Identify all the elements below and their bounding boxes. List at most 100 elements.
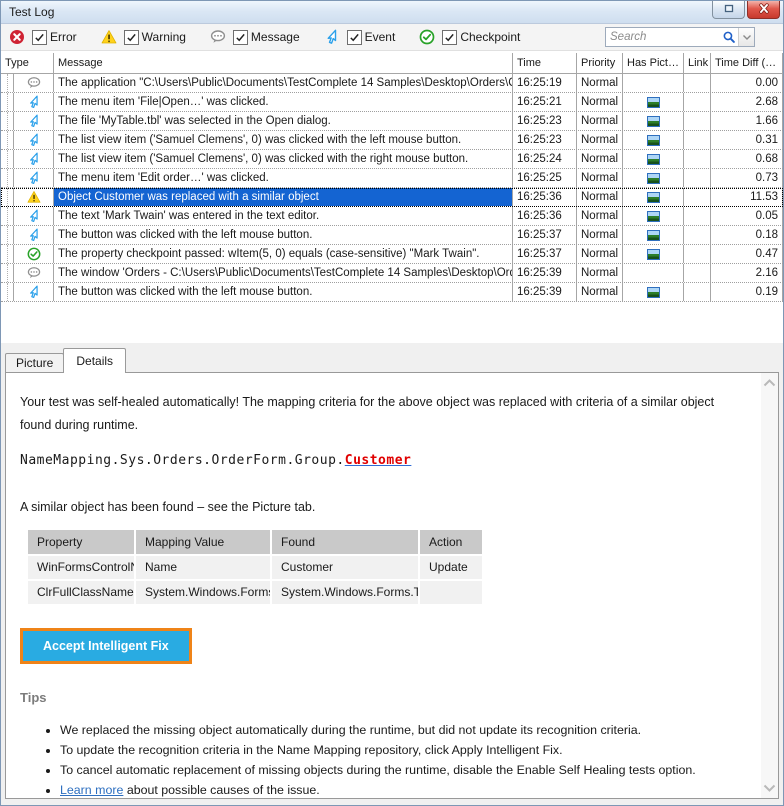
- event-icon: [14, 95, 53, 109]
- log-row[interactable]: The property checkpoint passed: wItem(5,…: [1, 245, 783, 264]
- log-header: TypeMessageTimePriorityHas Pict…LinkTime…: [1, 53, 783, 74]
- message-cell: The property checkpoint passed: wItem(5,…: [54, 245, 513, 263]
- type-cell: [1, 264, 54, 282]
- time-diff-cell: 2.68: [711, 93, 783, 111]
- time-cell: 16:25:39: [513, 264, 577, 282]
- similar-object-note: A similar object has been found – see th…: [20, 500, 755, 514]
- picture-icon: [647, 192, 660, 203]
- details-scrollbar[interactable]: [761, 373, 778, 798]
- log-row[interactable]: The text 'Mark Twain' was entered in the…: [1, 207, 783, 226]
- tree-indent: [1, 112, 14, 130]
- checkpoint-checkbox[interactable]: [442, 30, 457, 45]
- tab-picture[interactable]: Picture: [5, 353, 64, 372]
- priority-cell: Normal: [577, 93, 623, 111]
- chevron-down-icon[interactable]: [738, 28, 754, 46]
- picture-icon: [647, 230, 660, 241]
- column-header-link[interactable]: Link: [684, 53, 711, 73]
- message-cell: The application "C:\Users\Public\Documen…: [54, 74, 513, 92]
- event-checkbox[interactable]: [347, 30, 362, 45]
- search-icon[interactable]: [722, 30, 736, 44]
- tip-item: To update the recognition criteria in th…: [60, 741, 755, 760]
- link-cell: [684, 207, 711, 225]
- filter-error: Error: [9, 29, 77, 45]
- tab-details[interactable]: Details: [63, 348, 126, 373]
- details-panel: Your test was self-healed automatically!…: [5, 372, 779, 799]
- time-cell: 16:25:23: [513, 112, 577, 130]
- time-cell: 16:25:39: [513, 283, 577, 301]
- tree-indent: [1, 74, 14, 92]
- filter-label: Warning: [142, 30, 186, 44]
- restore-button[interactable]: [712, 1, 745, 19]
- learn-more-link[interactable]: Learn more: [60, 783, 123, 797]
- priority-cell: Normal: [577, 226, 623, 244]
- filter-message: Message: [210, 29, 300, 45]
- code-highlight-customer[interactable]: Customer: [345, 453, 412, 468]
- log-row[interactable]: The menu item 'File|Open…' was clicked.1…: [1, 93, 783, 112]
- column-header-type[interactable]: Type: [1, 53, 54, 73]
- warning-checkbox[interactable]: [124, 30, 139, 45]
- event-icon: [14, 209, 53, 223]
- log-row[interactable]: The list view item ('Samuel Clemens', 0)…: [1, 150, 783, 169]
- test-log-window: Test Log ErrorWarningMessageEventCheckpo…: [0, 0, 784, 806]
- log-row[interactable]: Object Customer was replaced with a simi…: [1, 188, 783, 207]
- time-cell: 16:25:37: [513, 226, 577, 244]
- titlebar-buttons: [712, 1, 780, 19]
- log-grid: TypeMessageTimePriorityHas Pict…LinkTime…: [1, 51, 783, 343]
- mapping-table-cell: System.Windows.Forms.TextBox: [272, 581, 418, 604]
- search-input[interactable]: [606, 31, 722, 43]
- log-row[interactable]: The list view item ('Samuel Clemens', 0)…: [1, 131, 783, 150]
- tree-indent: [1, 264, 14, 282]
- accept-intelligent-fix-button[interactable]: Accept Intelligent Fix: [20, 628, 192, 664]
- error-icon: [9, 29, 25, 45]
- time-cell: 16:25:19: [513, 74, 577, 92]
- message-checkbox[interactable]: [233, 30, 248, 45]
- log-row[interactable]: The window 'Orders - C:\Users\Public\Doc…: [1, 264, 783, 283]
- time-cell: 16:25:23: [513, 131, 577, 149]
- log-row[interactable]: The button was clicked with the left mou…: [1, 283, 783, 302]
- mapping-table-cell: ClrFullClassName: [28, 581, 134, 604]
- link-cell: [684, 264, 711, 282]
- search-box: [605, 27, 755, 47]
- time-cell: 16:25:36: [513, 188, 577, 206]
- type-cell: [1, 112, 54, 130]
- message-cell: The file 'MyTable.tbl' was selected in t…: [54, 112, 513, 130]
- mapping-table: PropertyMapping ValueFoundActionWinForms…: [28, 530, 482, 604]
- tip-item: We replaced the missing object automatic…: [60, 721, 755, 740]
- column-header-time[interactable]: Time: [513, 53, 577, 73]
- tree-indent: [1, 131, 14, 149]
- tree-indent: [1, 245, 14, 263]
- priority-cell: Normal: [577, 245, 623, 263]
- mapping-table-header: Action: [420, 530, 482, 554]
- tree-indent: [1, 150, 14, 168]
- time-diff-cell: 0.31: [711, 131, 783, 149]
- column-header-diff[interactable]: Time Diff (…: [711, 53, 783, 73]
- log-row[interactable]: The button was clicked with the left mou…: [1, 226, 783, 245]
- log-row[interactable]: The application "C:\Users\Public\Documen…: [1, 74, 783, 93]
- checkpoint-icon: [14, 247, 53, 261]
- has-picture-cell: [623, 74, 684, 92]
- mapping-table-cell: Customer: [272, 556, 418, 579]
- column-header-pri[interactable]: Priority: [577, 53, 623, 73]
- window-title: Test Log: [9, 5, 54, 19]
- type-cell: [1, 207, 54, 225]
- log-row[interactable]: The file 'MyTable.tbl' was selected in t…: [1, 112, 783, 131]
- log-row[interactable]: The menu item 'Edit order…' was clicked.…: [1, 169, 783, 188]
- error-checkbox[interactable]: [32, 30, 47, 45]
- time-cell: 16:25:37: [513, 245, 577, 263]
- has-picture-cell: [623, 93, 684, 111]
- message-cell: Object Customer was replaced with a simi…: [54, 188, 513, 206]
- column-header-msg[interactable]: Message: [54, 53, 513, 73]
- scroll-down-icon[interactable]: [763, 784, 776, 792]
- scroll-up-icon[interactable]: [763, 379, 776, 387]
- has-picture-cell: [623, 226, 684, 244]
- mapping-table-cell: Update: [420, 556, 482, 579]
- close-button[interactable]: [747, 1, 780, 19]
- message-icon: [210, 29, 226, 45]
- toolbar-filters: ErrorWarningMessageEventCheckpoint: [9, 29, 544, 45]
- column-header-pict[interactable]: Has Pict…: [623, 53, 684, 73]
- time-diff-cell: 0.73: [711, 169, 783, 187]
- link-cell: [684, 93, 711, 111]
- time-cell: 16:25:36: [513, 207, 577, 225]
- has-picture-cell: [623, 131, 684, 149]
- priority-cell: Normal: [577, 74, 623, 92]
